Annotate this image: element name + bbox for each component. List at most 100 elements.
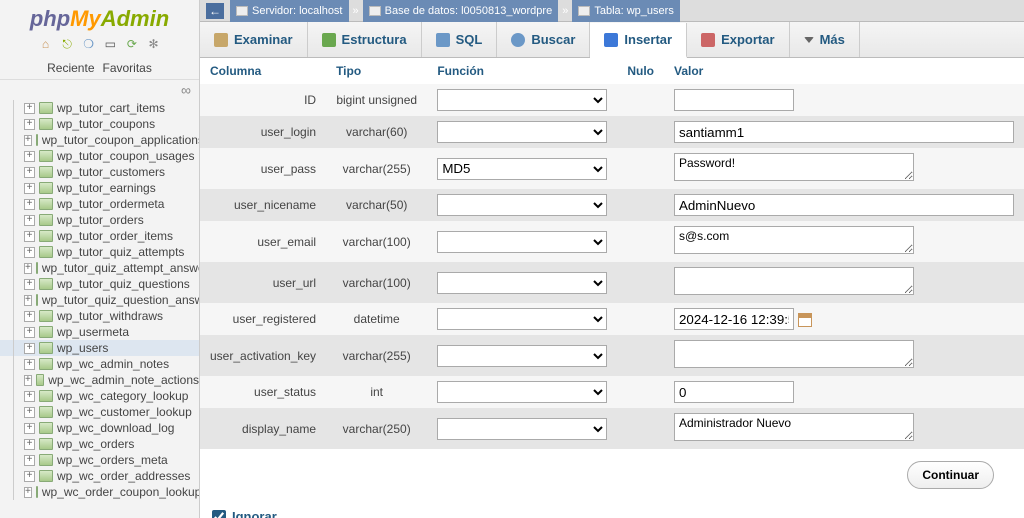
tree-item-wp_usermeta[interactable]: +wp_usermeta [0,324,199,340]
tree-item-wp_tutor_earnings[interactable]: +wp_tutor_earnings [0,180,199,196]
value-field[interactable] [674,121,1014,143]
tree-item-wp_tutor_quiz_question_answers[interactable]: +wp_tutor_quiz_question_answers [0,292,199,308]
function-select[interactable] [437,231,607,253]
expand-icon[interactable]: + [24,455,35,466]
tree-item-wp_tutor_orders[interactable]: +wp_tutor_orders [0,212,199,228]
function-select[interactable] [437,89,607,111]
tree-item-wp_tutor_coupon_usages[interactable]: +wp_tutor_coupon_usages [0,148,199,164]
home-icon[interactable]: ⌂ [38,37,52,51]
content: Columna Tipo Función Nulo Valor IDbigint… [200,58,1024,518]
expand-icon[interactable]: + [24,151,35,162]
expand-icon[interactable]: + [24,167,35,178]
expand-icon[interactable]: + [24,279,35,290]
function-select[interactable] [437,194,607,216]
tab-sql[interactable]: SQL [422,22,498,57]
tree-item-wp_tutor_quiz_questions[interactable]: +wp_tutor_quiz_questions [0,276,199,292]
value-field[interactable] [674,89,794,111]
function-select[interactable] [437,418,607,440]
value-field[interactable] [674,340,914,368]
breadcrumb-table[interactable]: Tabla: wp_users [572,0,680,22]
value-field[interactable] [674,194,1014,216]
expand-icon[interactable]: + [24,311,35,322]
expand-icon[interactable]: + [24,359,35,370]
function-select[interactable]: MD5 [437,158,607,180]
sidebar-collapse-handle[interactable]: ∞ [0,80,199,100]
tree-item-wp_tutor_customers[interactable]: +wp_tutor_customers [0,164,199,180]
continue-button[interactable]: Continuar [907,461,994,489]
expand-icon[interactable]: + [24,231,35,242]
tree-item-wp_wc_admin_note_actions[interactable]: +wp_wc_admin_note_actions [0,372,199,388]
tree-item-wp_tutor_quiz_attempt_answers[interactable]: +wp_tutor_quiz_attempt_answers [0,260,199,276]
value-field[interactable] [674,381,794,403]
expand-icon[interactable]: + [24,215,35,226]
sidebar-tab-recent[interactable]: Reciente [47,61,94,75]
tab-examine[interactable]: Examinar [200,22,308,57]
expand-icon[interactable]: + [24,471,35,482]
breadcrumb-server[interactable]: Servidor: localhost [230,0,349,22]
expand-icon[interactable]: + [24,439,35,450]
tree-item-wp_wc_order_addresses[interactable]: +wp_wc_order_addresses [0,468,199,484]
tree-item-wp_tutor_coupon_applications[interactable]: +wp_tutor_coupon_applications [0,132,199,148]
reload-icon[interactable]: ⟳ [125,37,139,51]
back-button[interactable]: ← [206,3,224,19]
tree-item-wp_tutor_cart_items[interactable]: +wp_tutor_cart_items [0,100,199,116]
query-icon[interactable]: ▭ [103,37,117,51]
expand-icon[interactable]: + [24,423,35,434]
logo[interactable]: phpMyAdmin [0,0,199,34]
expand-icon[interactable]: + [24,135,32,146]
expand-icon[interactable]: + [24,263,32,274]
sidebar-tab-favorites[interactable]: Favoritas [103,61,152,75]
tree-item-wp_wc_download_log[interactable]: +wp_wc_download_log [0,420,199,436]
tree-item-wp_wc_orders[interactable]: +wp_wc_orders [0,436,199,452]
tab-search[interactable]: Buscar [497,22,590,57]
logout-icon[interactable]: ⎋ [60,37,74,51]
tree-item-wp_wc_customer_lookup[interactable]: +wp_wc_customer_lookup [0,404,199,420]
table-icon [39,278,53,290]
tree-item-wp_users[interactable]: +wp_users [0,340,199,356]
table-tree: +wp_tutor_cart_items+wp_tutor_coupons+wp… [0,100,199,518]
value-field[interactable] [674,413,914,441]
expand-icon[interactable]: + [24,247,35,258]
value-field[interactable] [674,226,914,254]
function-select[interactable] [437,272,607,294]
tab-insert[interactable]: Insertar [590,23,687,58]
value-field[interactable] [674,267,914,295]
ignore-checkbox[interactable] [212,510,226,518]
expand-icon[interactable]: + [24,295,32,306]
tree-item-wp_tutor_quiz_attempts[interactable]: +wp_tutor_quiz_attempts [0,244,199,260]
tab-more[interactable]: Más [790,22,860,57]
value-field[interactable] [674,153,914,181]
expand-icon[interactable]: + [24,327,35,338]
expand-icon[interactable]: + [24,391,35,402]
tree-item-wp_wc_order_coupon_lookup[interactable]: +wp_wc_order_coupon_lookup [0,484,199,500]
function-select[interactable] [437,121,607,143]
value-field[interactable] [674,308,794,330]
function-select[interactable] [437,308,607,330]
tree-item-wp_tutor_ordermeta[interactable]: +wp_tutor_ordermeta [0,196,199,212]
expand-icon[interactable]: + [24,199,35,210]
expand-icon[interactable]: + [24,375,32,386]
tab-export[interactable]: Exportar [687,22,789,57]
expand-icon[interactable]: + [24,487,32,498]
function-select[interactable] [437,381,607,403]
tree-item-wp_tutor_coupons[interactable]: +wp_tutor_coupons [0,116,199,132]
tree-item-wp_tutor_withdraws[interactable]: +wp_tutor_withdraws [0,308,199,324]
expand-icon[interactable]: + [24,407,35,418]
expand-icon[interactable]: + [24,103,35,114]
function-select[interactable] [437,345,607,367]
header-type[interactable]: Tipo [336,64,361,78]
expand-icon[interactable]: + [24,343,35,354]
tree-item-wp_wc_orders_meta[interactable]: +wp_wc_orders_meta [0,452,199,468]
tree-item-wp_wc_category_lookup[interactable]: +wp_wc_category_lookup [0,388,199,404]
expand-icon[interactable]: + [24,183,35,194]
expand-icon[interactable]: + [24,119,35,130]
settings-icon[interactable]: ✻ [147,37,161,51]
header-function[interactable]: Función [437,64,484,78]
tree-item-wp_wc_admin_notes[interactable]: +wp_wc_admin_notes [0,356,199,372]
breadcrumb-database[interactable]: Base de datos: l0050813_wordpre [363,0,559,22]
calendar-icon[interactable] [798,313,812,327]
tab-structure[interactable]: Estructura [308,22,422,57]
tree-item-wp_tutor_order_items[interactable]: +wp_tutor_order_items [0,228,199,244]
header-column[interactable]: Columna [210,64,261,78]
docs-icon[interactable]: ❍ [82,37,96,51]
